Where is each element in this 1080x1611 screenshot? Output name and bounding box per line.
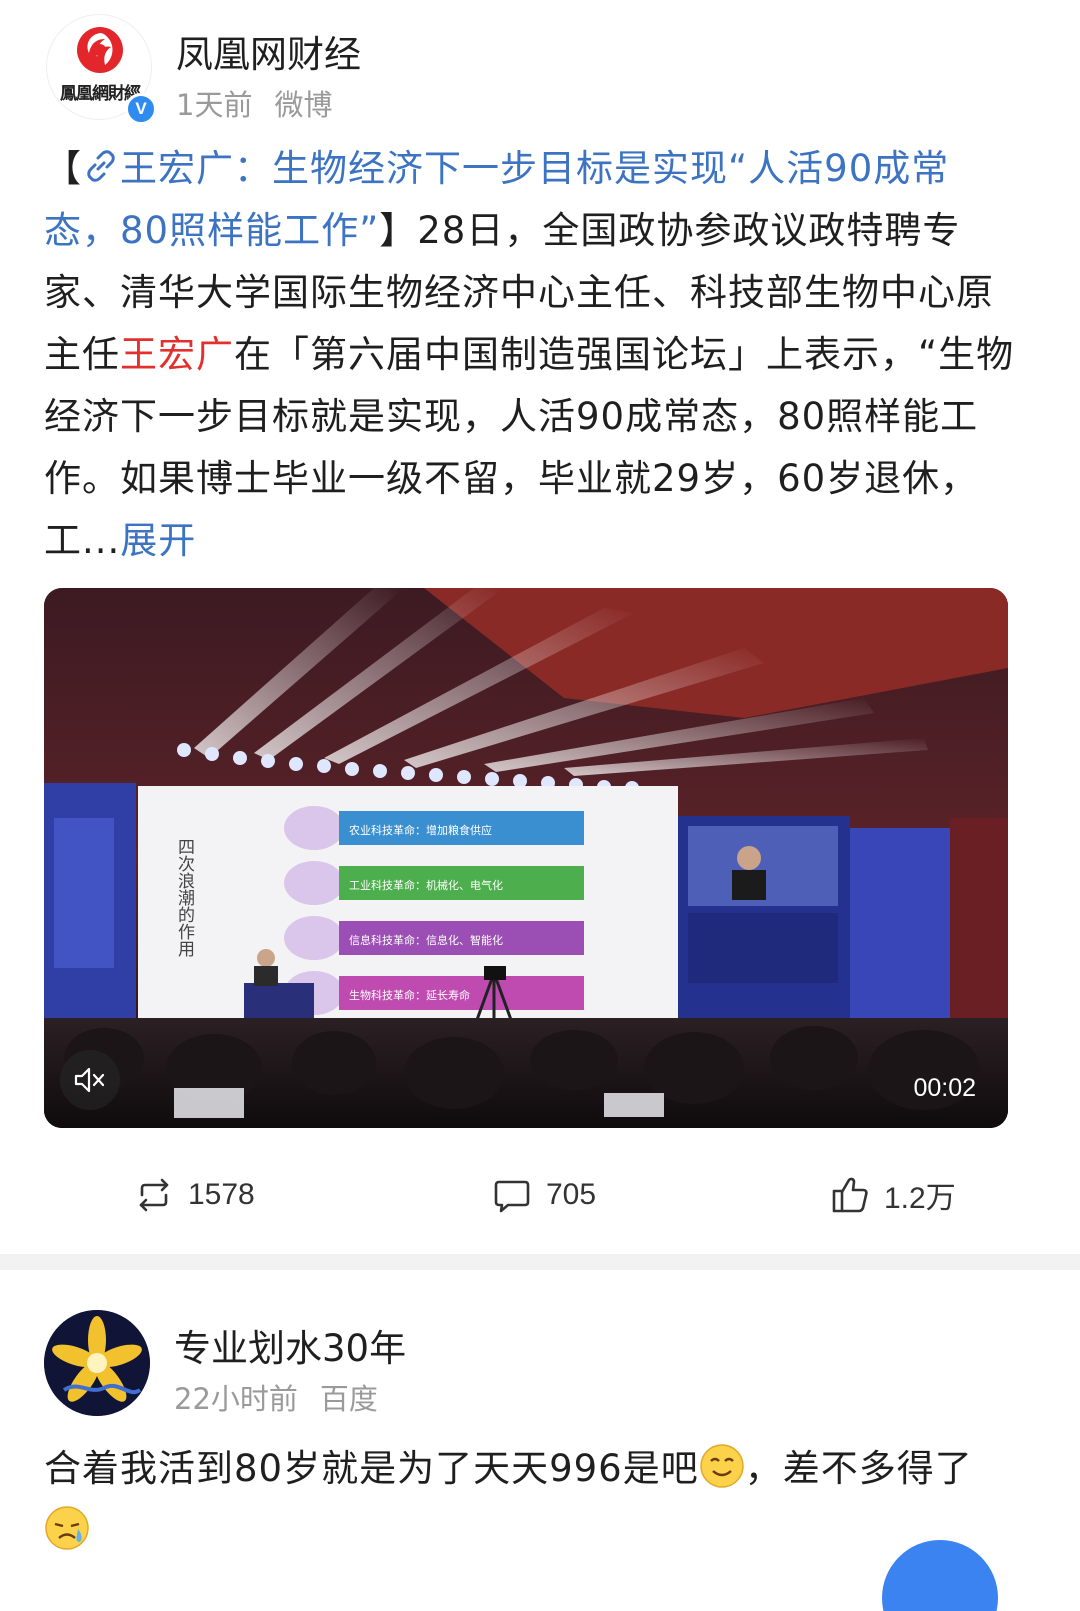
action-bar: 1578 705 1.2万	[0, 1160, 1080, 1230]
post-source: 微博	[274, 88, 333, 122]
slide-row-4: 生物科技革命：延长寿命	[349, 988, 470, 1002]
comment-header: 专业划水30年 22小时前 百度	[44, 1306, 1024, 1418]
comment-source: 百度	[319, 1382, 378, 1416]
comment-time: 22小时前	[174, 1382, 298, 1416]
repost-button[interactable]: 1578	[134, 1170, 255, 1220]
video-frame: 四次浪潮的作用 农业科技革命：增加粮食供应 工业科技革命：机械化、电气化 信息科…	[44, 588, 1008, 1128]
mute-button[interactable]	[60, 1050, 120, 1110]
comment-count: 705	[546, 1178, 597, 1211]
expand-button[interactable]: 展开	[120, 519, 196, 562]
link-icon	[87, 150, 115, 182]
repost-count: 1578	[188, 1178, 255, 1211]
smirk-emoji-icon	[699, 1444, 744, 1488]
commenter-name[interactable]: 专业划水30年	[174, 1318, 406, 1372]
slide-title: 四次浪潮的作用	[174, 838, 195, 958]
like-count: 1.2万	[884, 1182, 956, 1215]
muted-speaker-icon	[74, 1067, 105, 1093]
post-time: 1天前	[176, 88, 253, 122]
verified-badge-icon: V	[125, 93, 157, 125]
post-header: 鳳凰網財經 V 凤凰网财经 1天前 微博	[46, 12, 1026, 125]
author-name[interactable]: 凤凰网财经	[176, 24, 361, 78]
section-divider	[0, 1254, 1080, 1270]
comment-icon	[494, 1180, 530, 1213]
slide-row-3: 信息科技革命：信息化、智能化	[349, 933, 503, 947]
phoenix-logo-icon	[77, 27, 123, 73]
comment-button[interactable]: 705	[492, 1170, 596, 1220]
thumbs-up-icon	[832, 1177, 868, 1213]
crying-emoji-icon	[45, 1506, 89, 1550]
post-meta: 1天前 微博	[176, 82, 332, 124]
comment-meta: 22小时前 百度	[174, 1376, 378, 1418]
post-text: 【王宏广：生物经济下一步目标是实现“人活90成常态，80照样能工作”】28日，全…	[44, 138, 1024, 572]
topic-bracket-open: 【	[44, 147, 82, 190]
repost-icon	[139, 1178, 169, 1212]
comment-text-part: ，差不多得了	[744, 1447, 973, 1490]
comment-text: 合着我活到80岁就是为了天天996是吧 ，差不多得了	[44, 1438, 1004, 1562]
video-player[interactable]: 四次浪潮的作用 农业科技革命：增加粮食供应 工业科技革命：机械化、电气化 信息科…	[44, 588, 1008, 1128]
author-avatar[interactable]: 鳳凰網財經 V	[46, 14, 157, 125]
topic-bracket-close: 】	[379, 209, 418, 252]
slide-row-2: 工业科技革命：机械化、电气化	[349, 878, 503, 892]
video-duration: 00:02	[913, 1074, 976, 1102]
like-button[interactable]: 1.2万	[830, 1170, 956, 1220]
slide-row-1: 农业科技革命：增加粮食供应	[349, 823, 492, 837]
comment-text-part: 合着我活到80岁就是为了天天996是吧	[44, 1447, 699, 1490]
flower-avatar-image	[44, 1310, 150, 1416]
mention-link[interactable]: 王宏广	[120, 333, 234, 376]
commenter-avatar[interactable]	[44, 1310, 150, 1416]
